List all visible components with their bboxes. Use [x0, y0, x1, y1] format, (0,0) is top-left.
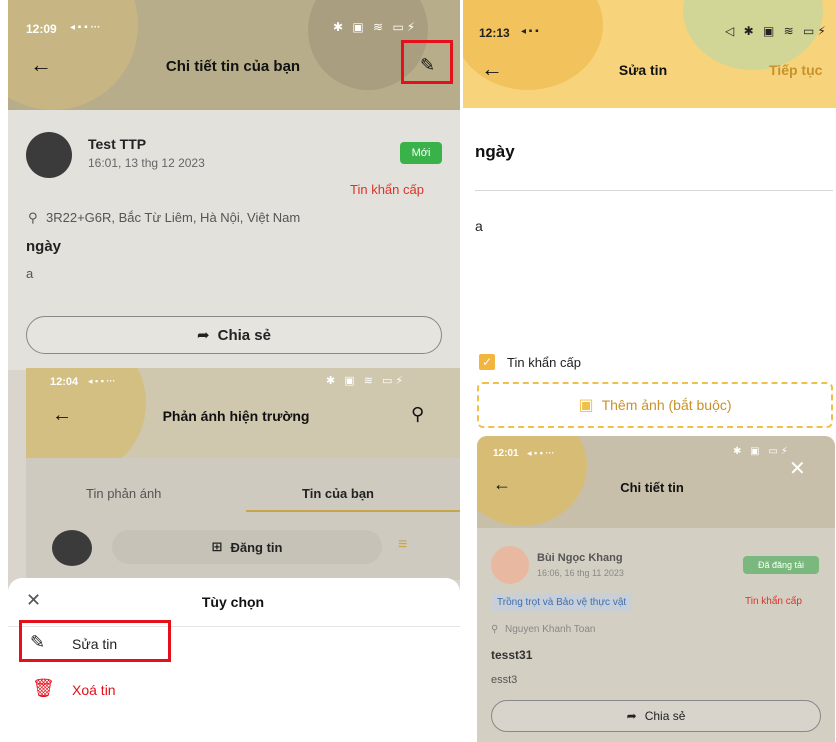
close-icon[interactable]: ✕: [26, 590, 41, 611]
urgent-checkbox[interactable]: ✓: [479, 354, 495, 370]
mini-location: Nguyen Khanh Toan: [505, 624, 596, 635]
post-news-label: Đăng tin: [230, 539, 283, 555]
status-time: 12:13: [479, 26, 510, 40]
title-field[interactable]: ngày: [475, 142, 515, 162]
highlight-box: [19, 620, 171, 662]
share-label: Chia sẻ: [217, 326, 271, 344]
add-image-button[interactable]: ▣ Thêm ảnh (bắt buộc): [477, 382, 833, 428]
back-arrow-icon[interactable]: ←: [481, 56, 503, 82]
mini-time: 16:06, 16 thg 11 2023: [537, 568, 624, 578]
inner-status-extras: ◂ ▪ ▪ ···: [88, 376, 116, 386]
highlight-box: [401, 40, 453, 84]
close-icon[interactable]: ✕: [789, 456, 806, 481]
status-extras: ◂ ▪ ▪ ···: [70, 22, 101, 33]
tab-indicator: [246, 510, 460, 512]
avatar: [26, 132, 72, 178]
post-author: Test TTP: [88, 136, 147, 152]
decor-blob: [8, 0, 138, 110]
embedded-screenshot: 12:04 ◂ ▪ ▪ ··· ✱ ▣ ≋ ▭⚡ ← Phản ánh hiện…: [26, 368, 460, 580]
inner-avatar: [52, 530, 92, 566]
header-background: [8, 0, 460, 110]
mini-share-label: Chia sẻ: [644, 709, 686, 723]
location-icon: ⚲: [28, 210, 38, 225]
category-tag: Trồng trọt và Bảo vệ thực vật: [491, 594, 633, 612]
mini-back-arrow-icon[interactable]: ←: [493, 474, 511, 495]
inner-page-title: Phản ánh hiện trường: [162, 408, 310, 424]
share-button[interactable]: ➦ Chia sẻ: [26, 316, 442, 354]
trash-icon: 🗑: [32, 678, 55, 698]
share-icon: ➦: [197, 327, 210, 344]
image-add-icon: ▣: [578, 397, 594, 414]
options-sheet: ✕ Tùy chọn ✎ Sửa tin 🗑 Xoá tin: [8, 578, 460, 742]
inner-back-arrow-icon[interactable]: ←: [52, 404, 72, 427]
page-title: Chi tiết tin của bạn: [165, 58, 301, 75]
inner-status-time: 12:04: [50, 376, 79, 388]
mini-avatar: [491, 546, 529, 584]
mini-status-time: 12:01: [493, 448, 519, 459]
status-icons: ◁ ✱ ▣ ≋ ▭⚡: [725, 24, 829, 38]
post-news-button[interactable]: ⊞ Đăng tin: [112, 530, 382, 564]
urgent-label: Tin khẩn cấp: [350, 182, 424, 197]
divider: [475, 190, 833, 191]
mini-post-body: esst3: [491, 674, 518, 686]
sheet-title: Tùy chọn: [201, 594, 265, 610]
right-screenshot: 12:13 ◂ ▪ ▪ ◁ ✱ ▣ ≋ ▭⚡ ← Sửa tin Tiếp tụ…: [463, 0, 836, 742]
back-arrow-icon[interactable]: ←: [30, 52, 52, 78]
post-location: 3R22+G6R, Bắc Từ Liêm, Hà Nội, Việt Nam: [46, 210, 301, 225]
add-image-label: Thêm ảnh (bắt buộc): [601, 397, 732, 413]
continue-button[interactable]: Tiếp tục: [769, 62, 822, 78]
status-extras: ◂ ▪ ▪: [521, 26, 539, 37]
left-screenshot: 12:09 ◂ ▪ ▪ ··· ✱ ▣ ≋ ▭⚡ ← Chi tiết tin …: [8, 0, 460, 742]
mini-share-button[interactable]: ➦ Chia sẻ: [491, 700, 821, 732]
mini-page-title: Chi tiết tin: [620, 480, 684, 495]
inner-status-icons: ✱ ▣ ≋ ▭⚡: [326, 375, 407, 387]
delete-option[interactable]: 🗑 Xoá tin: [20, 672, 220, 708]
status-icons: ✱ ▣ ≋ ▭⚡: [333, 20, 419, 34]
post-time: 16:01, 13 thg 12 2023: [88, 156, 205, 170]
post-body: a: [26, 266, 34, 281]
delete-label: Xoá tin: [72, 682, 116, 698]
filter-icon[interactable]: ≡: [398, 536, 407, 554]
panel-separator: [460, 0, 463, 742]
mini-status-badge: Đã đăng tải: [743, 556, 819, 574]
status-time: 12:09: [26, 22, 57, 36]
page-title: Sửa tin: [618, 62, 668, 78]
header-background: [463, 0, 836, 108]
mini-status-icons: ✱ ▣ ▭⚡: [733, 446, 791, 457]
mini-author: Bùi Ngọc Khang: [537, 552, 623, 564]
search-icon[interactable]: ⚲: [411, 404, 424, 425]
tab-reports[interactable]: Tin phản ánh: [86, 486, 161, 501]
plus-icon: ⊞: [211, 539, 223, 554]
content-field[interactable]: a: [475, 218, 483, 234]
mini-location-icon: ⚲: [491, 624, 499, 635]
mini-status-extras: ◂ ▪ ▪ ···: [527, 448, 555, 458]
embedded-screenshot: 12:01 ◂ ▪ ▪ ··· ✱ ▣ ▭⚡ ✕ ← Chi tiết tin …: [477, 436, 835, 742]
share-icon: ➦: [626, 709, 637, 723]
mini-urgent-label: Tin khẩn cấp: [745, 596, 802, 607]
status-badge: Mới: [400, 142, 442, 164]
post-card: Test TTP 16:01, 13 thg 12 2023 Mới Tin k…: [8, 110, 460, 370]
tab-mine[interactable]: Tin của bạn: [302, 486, 374, 501]
urgent-checkbox-label: Tin khẩn cấp: [507, 355, 581, 370]
post-title: ngày: [26, 238, 62, 255]
mini-post-title: tesst31: [491, 648, 533, 662]
